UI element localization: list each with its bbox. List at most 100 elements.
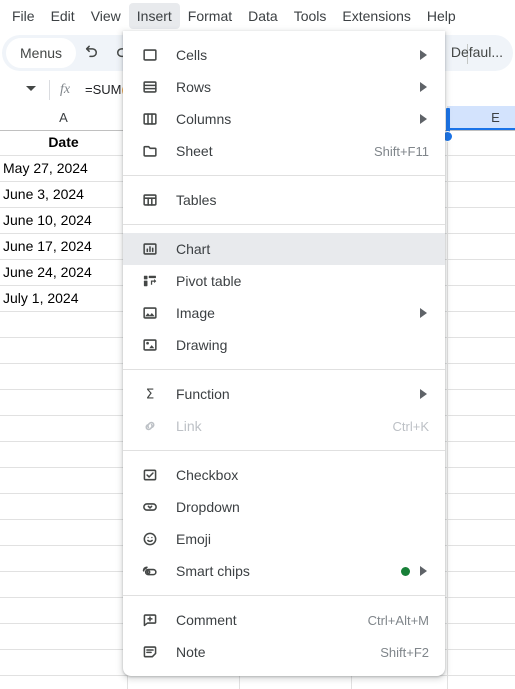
cell-a7[interactable]: July 1, 2024 [0,286,127,311]
menu-item-shortcut: Ctrl+Alt+M [367,612,429,628]
menu-item-label: Image [176,305,215,321]
menu-item-emoji[interactable]: Emoji [123,523,445,555]
cell-a14[interactable] [0,468,127,493]
submenu-arrow-icon [420,114,427,124]
menu-item-note[interactable]: Note Shift+F2 [123,636,445,668]
grid-column-divider [447,520,448,545]
cell-a9[interactable] [0,338,127,363]
grid-column-divider [447,650,448,675]
grid-row [0,676,515,689]
cell-a4[interactable]: June 10, 2024 [0,208,127,233]
menu-item-shortcut: Shift+F2 [380,644,429,660]
menubar-item-help[interactable]: Help [419,3,464,29]
menubar-item-insert[interactable]: Insert [128,2,180,29]
menu-item-cells[interactable]: Cells [123,39,445,71]
column-header-e-label: E [491,110,500,125]
cells-icon [140,45,160,65]
menubar-item-tools[interactable]: Tools [286,3,335,29]
grid-column-divider [447,286,448,311]
cell-a15[interactable] [0,494,127,519]
menu-item-comment[interactable]: Comment Ctrl+Alt+M [123,604,445,636]
menubar-item-view[interactable]: View [83,3,129,29]
column-header-e[interactable]: E [448,106,515,130]
comment-icon [140,610,160,630]
cell-a3[interactable]: June 3, 2024 [0,182,127,207]
cell-a13[interactable] [0,442,127,467]
menubar-item-extensions[interactable]: Extensions [334,3,418,29]
menu-item-pivot-table[interactable]: Pivot table [123,265,445,297]
cell-a21[interactable] [0,650,127,675]
grid-column-divider [447,494,448,519]
menu-item-rows[interactable]: Rows [123,71,445,103]
menus-button-label: Menus [20,45,63,61]
cell-a6[interactable]: June 24, 2024 [0,260,127,285]
menu-item-label: Cells [176,47,208,63]
cell-a8[interactable] [0,312,127,337]
menu-bar: File Edit View Insert Format Data Tools Extensi… [0,0,515,31]
menu-item-tables[interactable]: Tables [123,184,445,216]
grid-column-divider [447,598,448,623]
menu-separator [123,369,445,370]
grid-column-divider [447,234,448,259]
menu-item-sheet[interactable]: Sheet Shift+F11 [123,135,445,167]
cell-a17[interactable] [0,546,127,571]
menu-item-smart-chips[interactable]: Smart chips [123,555,445,587]
pivot-table-icon [140,271,160,291]
menus-button[interactable]: Menus [6,38,77,68]
cell-a1-header[interactable]: Date [0,130,127,155]
menubar-item-data[interactable]: Data [240,3,286,29]
menu-item-label: Link [176,418,202,434]
menubar-item-edit[interactable]: Edit [43,3,83,29]
menu-item-label: Tables [176,192,217,208]
menu-item-function[interactable]: Σ Function [123,378,445,410]
menu-item-chart[interactable]: Chart [123,233,445,265]
cell-a18[interactable] [0,572,127,597]
menubar-item-file[interactable]: File [4,3,43,29]
rows-icon [140,77,160,97]
column-header-a[interactable]: A [0,106,128,130]
menu-item-columns[interactable]: Columns [123,103,445,135]
menu-item-label: Sheet [176,143,213,159]
menu-item-shortcut: Shift+F11 [373,143,429,159]
cell-a19[interactable] [0,598,127,623]
menu-item-dropdown[interactable]: Dropdown [123,491,445,523]
menu-item-label: Rows [176,79,212,95]
grid-column-divider [447,156,448,181]
menu-item-label: Comment [176,612,237,628]
text-style-selector[interactable]: Defaul... [451,44,503,60]
menubar-item-format[interactable]: Format [180,3,240,29]
grid-column-divider [447,468,448,493]
cell-a16[interactable] [0,520,127,545]
submenu-arrow-icon [420,566,427,576]
menu-item-checkbox[interactable]: Checkbox [123,459,445,491]
menu-item-drawing[interactable]: Drawing [123,329,445,361]
menu-item-label: Columns [176,111,232,127]
submenu-arrow-icon [420,308,427,318]
cell-a5[interactable]: June 17, 2024 [0,234,127,259]
cell-a22[interactable] [0,676,127,689]
menu-item-shortcut: Ctrl+K [392,418,429,434]
cell-a20[interactable] [0,624,127,649]
menu-item-image[interactable]: Image [123,297,445,329]
grid-column-divider [447,624,448,649]
cell-a10[interactable] [0,364,127,389]
cell-a11[interactable] [0,390,127,415]
svg-text:Σ: Σ [146,387,155,403]
cell-a12[interactable] [0,416,127,441]
grid-column-divider [127,676,128,689]
dropdown-icon [140,497,160,517]
smart-chips-icon [140,561,160,581]
drawing-icon [140,335,160,355]
grid-column-divider [447,676,448,689]
grid-column-divider [447,338,448,363]
grid-column-divider [447,546,448,571]
name-box-chevron-down-icon[interactable] [26,86,36,91]
cell-a2[interactable]: May 27, 2024 [0,156,127,181]
function-icon: Σ [140,384,160,404]
grid-column-divider [447,182,448,207]
menu-item-label: Drawing [176,337,228,353]
grid-column-divider [447,390,448,415]
tables-icon [140,190,160,210]
undo-icon[interactable] [80,43,100,63]
grid-column-divider [447,260,448,285]
